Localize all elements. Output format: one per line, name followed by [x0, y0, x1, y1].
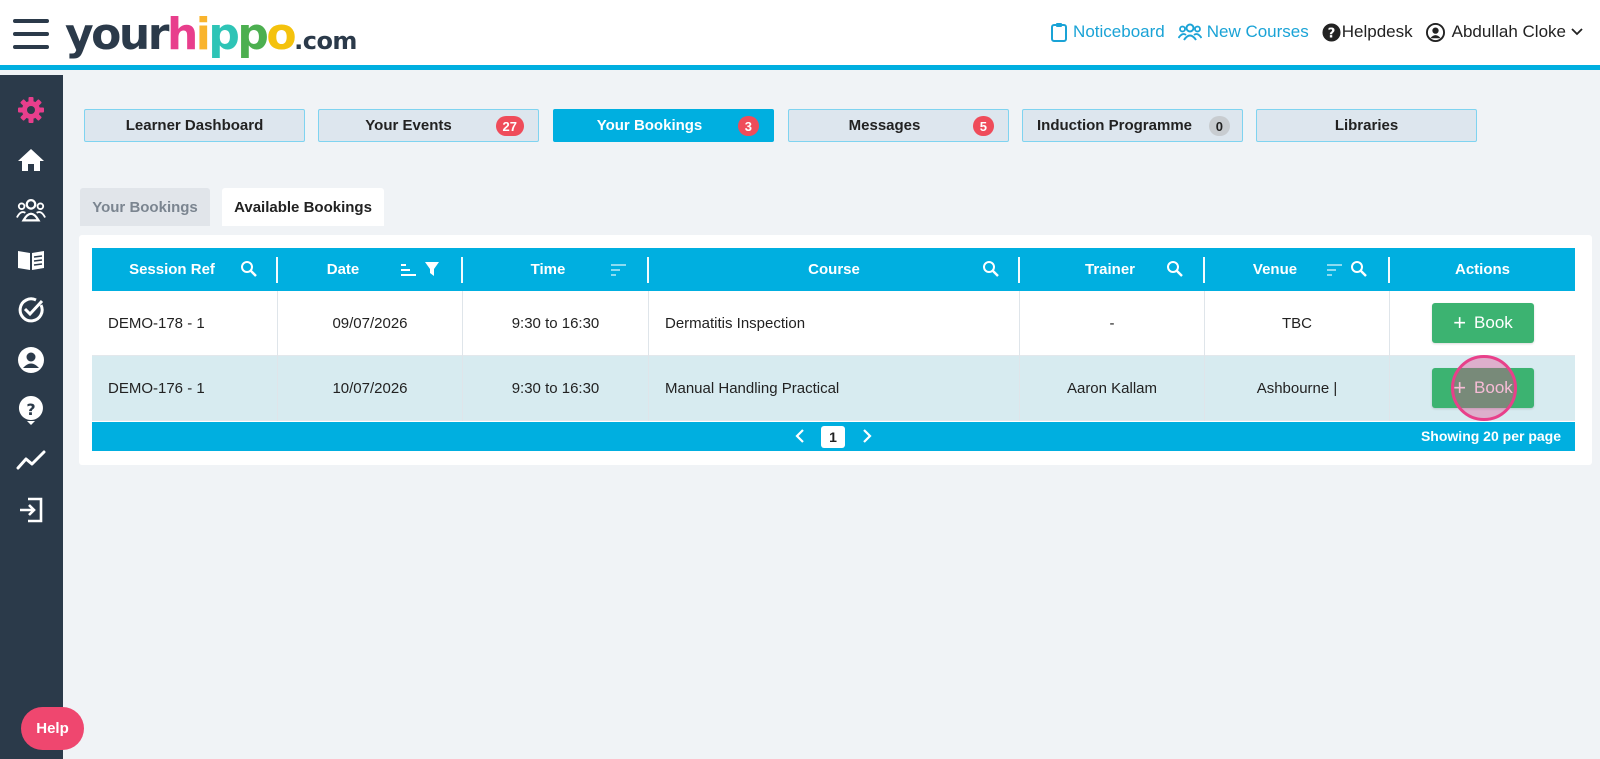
book-icon[interactable]	[16, 245, 46, 275]
gear-icon[interactable]	[16, 95, 46, 125]
clipboard-icon	[1051, 23, 1068, 42]
table-pagination: 1 Showing 20 per page	[92, 422, 1575, 451]
svg-text:?: ?	[26, 400, 35, 419]
page-number-button[interactable]: 1	[821, 426, 845, 448]
top-header: yourhippo.com Noticeboard New Courses ? …	[0, 0, 1600, 70]
tab-learner-dashboard[interactable]: Learner Dashboard	[84, 109, 305, 142]
question-icon[interactable]: ?	[16, 395, 46, 425]
induction-count-badge: 0	[1208, 116, 1230, 136]
tab-libraries[interactable]: Libraries	[1256, 109, 1477, 142]
chevron-left-icon[interactable]	[794, 428, 806, 444]
question-circle-icon: ?	[1322, 22, 1341, 42]
tab-induction-programme[interactable]: Induction Programme 0	[1022, 109, 1243, 142]
book-button[interactable]: + Book	[1432, 368, 1534, 408]
col-header-course[interactable]: Course	[649, 248, 1019, 291]
tab-your-events[interactable]: Your Events 27	[318, 109, 539, 142]
date-cell: 09/07/2026	[278, 291, 463, 356]
new-courses-link[interactable]: New Courses	[1177, 22, 1309, 42]
user-menu[interactable]: Abdullah Cloke	[1425, 22, 1588, 42]
tab-messages[interactable]: Messages 5	[788, 109, 1009, 142]
trainer-cell: Aaron Kallam	[1020, 356, 1205, 421]
tab-label: Messages	[848, 117, 921, 134]
course-cell: Dermatitis Inspection	[649, 291, 1020, 356]
subtab-your-bookings[interactable]: Your Bookings	[80, 188, 210, 226]
logout-icon[interactable]	[16, 495, 46, 525]
col-header-time[interactable]: Time	[463, 248, 633, 291]
home-icon[interactable]	[16, 145, 46, 175]
table-row: DEMO-176 - 1 10/07/2026 9:30 to 16:30 Ma…	[92, 356, 1575, 421]
filter-icon[interactable]	[424, 261, 440, 277]
per-page-text: Showing 20 per page	[1420, 428, 1561, 444]
user-icon[interactable]	[16, 345, 46, 375]
date-cell: 10/07/2026	[278, 356, 463, 421]
events-count-badge: 27	[495, 116, 524, 136]
search-icon[interactable]	[1166, 260, 1184, 278]
session-ref-cell: DEMO-178 - 1	[92, 291, 278, 356]
tab-label: Your Bookings	[596, 117, 703, 134]
noticeboard-link[interactable]: Noticeboard	[1050, 22, 1165, 42]
time-cell: 9:30 to 16:30	[463, 291, 649, 356]
plus-icon: +	[1453, 310, 1467, 335]
yourhippo-logo[interactable]: yourhippo.com	[65, 10, 357, 66]
book-button[interactable]: + Book	[1432, 303, 1534, 343]
chevron-down-icon	[1571, 28, 1583, 36]
subtab-available-bookings[interactable]: Available Bookings	[222, 188, 384, 226]
helpdesk-link[interactable]: ? Helpdesk	[1322, 22, 1413, 42]
tab-label: Induction Programme	[1036, 117, 1193, 134]
sort-asc-icon[interactable]	[400, 262, 418, 278]
user-name: Abdullah Cloke	[1451, 22, 1566, 41]
col-header-venue[interactable]: Venue	[1205, 248, 1345, 291]
users-icon[interactable]	[16, 195, 46, 225]
sort-icon[interactable]	[610, 262, 628, 278]
venue-cell: TBC	[1205, 291, 1390, 356]
col-header-session-ref[interactable]: Session Ref	[92, 248, 252, 291]
bookings-count-badge: 3	[737, 116, 759, 136]
helpdesk-label: Helpdesk	[1341, 22, 1413, 41]
top-nav: Noticeboard New Courses ? Helpdesk Abdul…	[1037, 22, 1588, 42]
chevron-right-icon[interactable]	[861, 428, 873, 444]
search-icon[interactable]	[1350, 260, 1368, 278]
help-button[interactable]: Help	[21, 707, 84, 750]
tab-label: Learner Dashboard	[125, 117, 264, 134]
search-icon[interactable]	[240, 260, 258, 278]
tab-your-bookings[interactable]: Your Bookings 3	[553, 109, 774, 142]
venue-cell: Ashbourne |	[1205, 356, 1390, 421]
book-label: Book	[1474, 378, 1513, 397]
book-label: Book	[1474, 313, 1513, 332]
chart-icon[interactable]	[16, 445, 46, 475]
plus-icon: +	[1453, 375, 1467, 400]
tab-label: Libraries	[1334, 117, 1399, 134]
check-circle-icon[interactable]	[16, 295, 46, 325]
svg-text:?: ?	[1327, 26, 1335, 41]
time-cell: 9:30 to 16:30	[463, 356, 649, 421]
tab-label: Your Events	[365, 117, 452, 134]
search-icon[interactable]	[982, 260, 1000, 278]
table-header: Session Ref Date Time Course Trainer Ven…	[92, 248, 1575, 291]
hamburger-menu-icon[interactable]	[13, 19, 49, 51]
col-header-actions: Actions	[1454, 261, 1510, 278]
col-header-date[interactable]: Date	[278, 248, 408, 291]
trainer-cell: -	[1020, 291, 1205, 356]
group-icon	[1177, 23, 1202, 41]
new-courses-label: New Courses	[1206, 22, 1309, 41]
sort-icon[interactable]	[1326, 262, 1344, 278]
noticeboard-label: Noticeboard	[1073, 22, 1165, 41]
session-ref-cell: DEMO-176 - 1	[92, 356, 278, 421]
messages-count-badge: 5	[972, 116, 994, 136]
table-row: DEMO-178 - 1 09/07/2026 9:30 to 16:30 De…	[92, 291, 1575, 356]
user-circle-icon	[1425, 22, 1445, 42]
course-cell: Manual Handling Practical	[649, 356, 1020, 421]
